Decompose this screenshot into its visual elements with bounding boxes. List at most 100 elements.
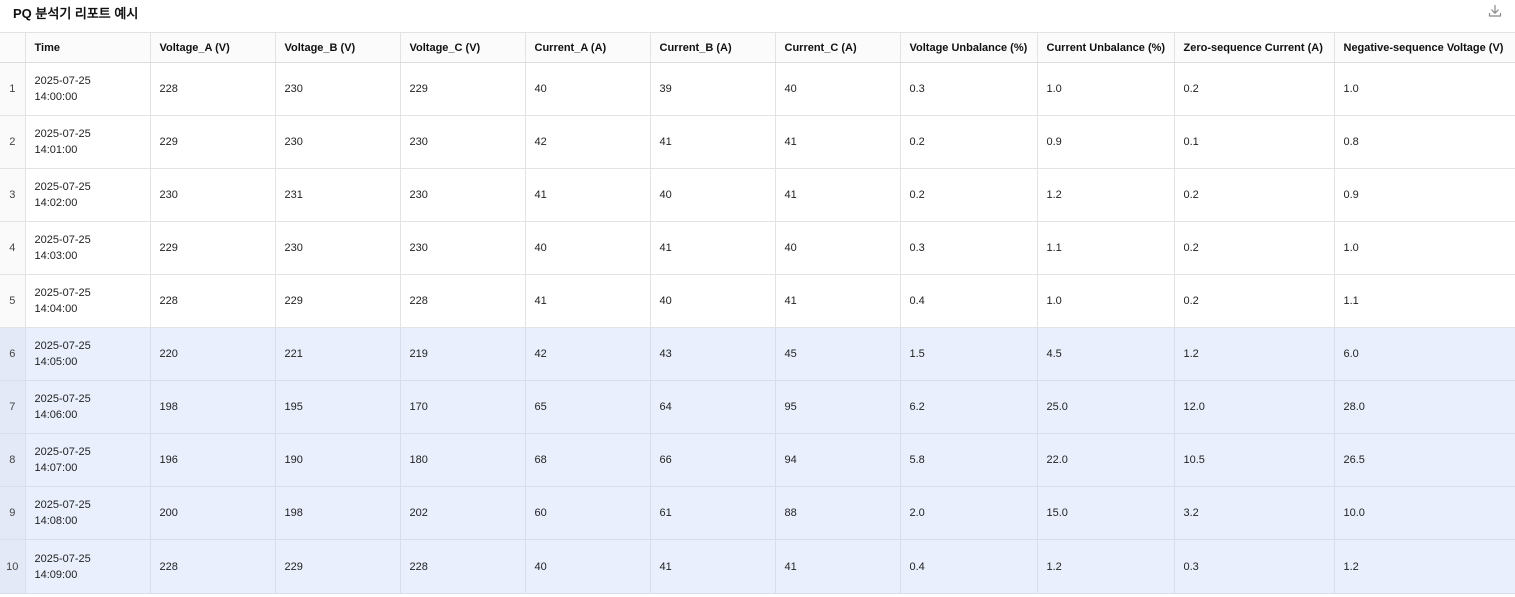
row-index: 2 — [0, 115, 26, 169]
cell-zero-sequence-current-a: 0.2 — [1174, 221, 1335, 275]
cell-negative-sequence-voltage-v: 26.5 — [1334, 433, 1515, 487]
cell-current-unbalance: 4.5 — [1037, 327, 1175, 381]
download-icon — [1488, 4, 1502, 17]
cell-current-b-a: 39 — [650, 62, 776, 116]
time-cell: 2025-07-25 14:04:00 — [25, 274, 151, 328]
cell-voltage-c-v: 228 — [400, 539, 526, 594]
time-cell-date: 2025-07-25 — [34, 234, 91, 246]
cell-voltage-c-v: 170 — [400, 380, 526, 434]
table-row[interactable]: 4 2025-07-25 14:03:00 229 230 230 40 41 40 0.3 1.1… — [0, 221, 1515, 275]
cell-current-b-a: 41 — [650, 221, 776, 275]
cell-current-unbalance: 1.2 — [1037, 168, 1175, 222]
column-header-current-b-a[interactable]: Current_B (A) — [650, 32, 776, 63]
cell-current-unbalance: 25.0 — [1037, 380, 1175, 434]
time-cell: 2025-07-25 14:01:00 — [25, 115, 151, 169]
cell-voltage-unbalance: 0.4 — [900, 274, 1038, 328]
column-header-voltage-a-v[interactable]: Voltage_A (V) — [150, 32, 276, 63]
table-row[interactable]: 3 2025-07-25 14:02:00 230 231 230 41 40 41 0.2 1.2… — [0, 168, 1515, 222]
column-header-current-unbalance[interactable]: Current Unbalance (%) — [1037, 32, 1175, 63]
time-cell: 2025-07-25 14:05:00 — [25, 327, 151, 381]
row-index: 10 — [0, 539, 26, 594]
cell-current-c-a: 41 — [775, 539, 901, 594]
cell-current-a-a: 41 — [525, 274, 651, 328]
cell-negative-sequence-voltage-v: 0.8 — [1334, 115, 1515, 169]
time-cell-date: 2025-07-25 — [34, 287, 91, 299]
cell-voltage-a-v: 228 — [150, 62, 276, 116]
column-header-index[interactable] — [0, 32, 26, 63]
cell-current-a-a: 60 — [525, 486, 651, 540]
time-cell-clock: 14:06:00 — [34, 409, 78, 421]
time-cell-date: 2025-07-25 — [34, 393, 91, 405]
cell-voltage-a-v: 228 — [150, 274, 276, 328]
row-index: 3 — [0, 168, 26, 222]
cell-current-unbalance: 15.0 — [1037, 486, 1175, 540]
cell-negative-sequence-voltage-v: 1.2 — [1334, 539, 1515, 594]
row-index: 7 — [0, 380, 26, 434]
cell-current-c-a: 40 — [775, 221, 901, 275]
cell-current-c-a: 45 — [775, 327, 901, 381]
table-row[interactable]: 9 2025-07-25 14:08:00 200 198 202 60 61 88 2.0 15.… — [0, 486, 1515, 540]
cell-current-b-a: 61 — [650, 486, 776, 540]
table-body: 1 2025-07-25 14:00:00 228 230 229 40 39 40 0.3 1.0… — [0, 62, 1515, 594]
time-cell-clock: 14:03:00 — [34, 250, 78, 262]
time-cell-clock: 14:05:00 — [34, 356, 78, 368]
cell-voltage-unbalance: 6.2 — [900, 380, 1038, 434]
cell-voltage-c-v: 202 — [400, 486, 526, 540]
cell-current-c-a: 88 — [775, 486, 901, 540]
cell-current-a-a: 42 — [525, 115, 651, 169]
table-row[interactable]: 1 2025-07-25 14:00:00 228 230 229 40 39 40 0.3 1.0… — [0, 62, 1515, 116]
time-cell-date: 2025-07-25 — [34, 552, 91, 565]
cell-voltage-c-v: 230 — [400, 115, 526, 169]
row-index: 6 — [0, 327, 26, 381]
cell-zero-sequence-current-a: 0.2 — [1174, 62, 1335, 116]
table-row[interactable]: 10 2025-07-25 14:09:00 228 229 228 40 41 41 0.4 1.… — [0, 539, 1515, 594]
time-cell: 2025-07-25 14:09:00 — [25, 539, 151, 594]
column-header-zero-sequence-current-a[interactable]: Zero-sequence Current (A) — [1174, 32, 1335, 63]
cell-current-b-a: 41 — [650, 539, 776, 594]
cell-current-unbalance: 1.0 — [1037, 274, 1175, 328]
cell-voltage-unbalance: 1.5 — [900, 327, 1038, 381]
time-cell-date: 2025-07-25 — [34, 128, 91, 140]
cell-voltage-a-v: 228 — [150, 539, 276, 594]
cell-voltage-unbalance: 0.2 — [900, 115, 1038, 169]
cell-voltage-unbalance: 0.4 — [900, 539, 1038, 594]
cell-voltage-c-v: 180 — [400, 433, 526, 487]
column-header-current-c-a[interactable]: Current_C (A) — [775, 32, 901, 63]
time-cell-clock: 14:09:00 — [34, 568, 78, 581]
cell-current-b-a: 66 — [650, 433, 776, 487]
cell-negative-sequence-voltage-v: 10.0 — [1334, 486, 1515, 540]
download-button[interactable] — [1487, 3, 1503, 19]
cell-current-c-a: 41 — [775, 274, 901, 328]
table-row[interactable]: 6 2025-07-25 14:05:00 220 221 219 42 43 45 1.5 4.5… — [0, 327, 1515, 381]
time-cell: 2025-07-25 14:03:00 — [25, 221, 151, 275]
cell-voltage-a-v: 220 — [150, 327, 276, 381]
time-cell-date: 2025-07-25 — [34, 181, 91, 193]
cell-negative-sequence-voltage-v: 28.0 — [1334, 380, 1515, 434]
cell-zero-sequence-current-a: 3.2 — [1174, 486, 1335, 540]
cell-voltage-unbalance: 5.8 — [900, 433, 1038, 487]
cell-voltage-unbalance: 0.3 — [900, 62, 1038, 116]
cell-negative-sequence-voltage-v: 1.0 — [1334, 221, 1515, 275]
cell-zero-sequence-current-a: 0.1 — [1174, 115, 1335, 169]
report-title: PQ 분석기 리포트 예시 — [13, 6, 139, 21]
cell-current-b-a: 43 — [650, 327, 776, 381]
column-header-voltage-b-v[interactable]: Voltage_B (V) — [275, 32, 401, 63]
table-row[interactable]: 8 2025-07-25 14:07:00 196 190 180 68 66 94 5.8 22.… — [0, 433, 1515, 487]
table-row[interactable]: 7 2025-07-25 14:06:00 198 195 170 65 64 95 6.2 25.… — [0, 380, 1515, 434]
column-header-voltage-unbalance[interactable]: Voltage Unbalance (%) — [900, 32, 1038, 63]
column-header-current-a-a[interactable]: Current_A (A) — [525, 32, 651, 63]
cell-current-c-a: 95 — [775, 380, 901, 434]
column-header-voltage-c-v[interactable]: Voltage_C (V) — [400, 32, 526, 63]
cell-voltage-b-v: 198 — [275, 486, 401, 540]
column-header-negative-sequence-voltage-v[interactable]: Negative-sequence Voltage (V) — [1334, 32, 1515, 63]
column-header-time[interactable]: Time — [25, 32, 151, 63]
cell-current-unbalance: 1.1 — [1037, 221, 1175, 275]
table-row[interactable]: 5 2025-07-25 14:04:00 228 229 228 41 40 41 0.4 1.0… — [0, 274, 1515, 328]
cell-voltage-c-v: 230 — [400, 168, 526, 222]
cell-negative-sequence-voltage-v: 0.9 — [1334, 168, 1515, 222]
time-cell-date: 2025-07-25 — [34, 75, 91, 87]
table-row[interactable]: 2 2025-07-25 14:01:00 229 230 230 42 41 41 0.2 0.9… — [0, 115, 1515, 169]
cell-voltage-b-v: 229 — [275, 539, 401, 594]
cell-current-a-a: 41 — [525, 168, 651, 222]
cell-voltage-a-v: 229 — [150, 115, 276, 169]
